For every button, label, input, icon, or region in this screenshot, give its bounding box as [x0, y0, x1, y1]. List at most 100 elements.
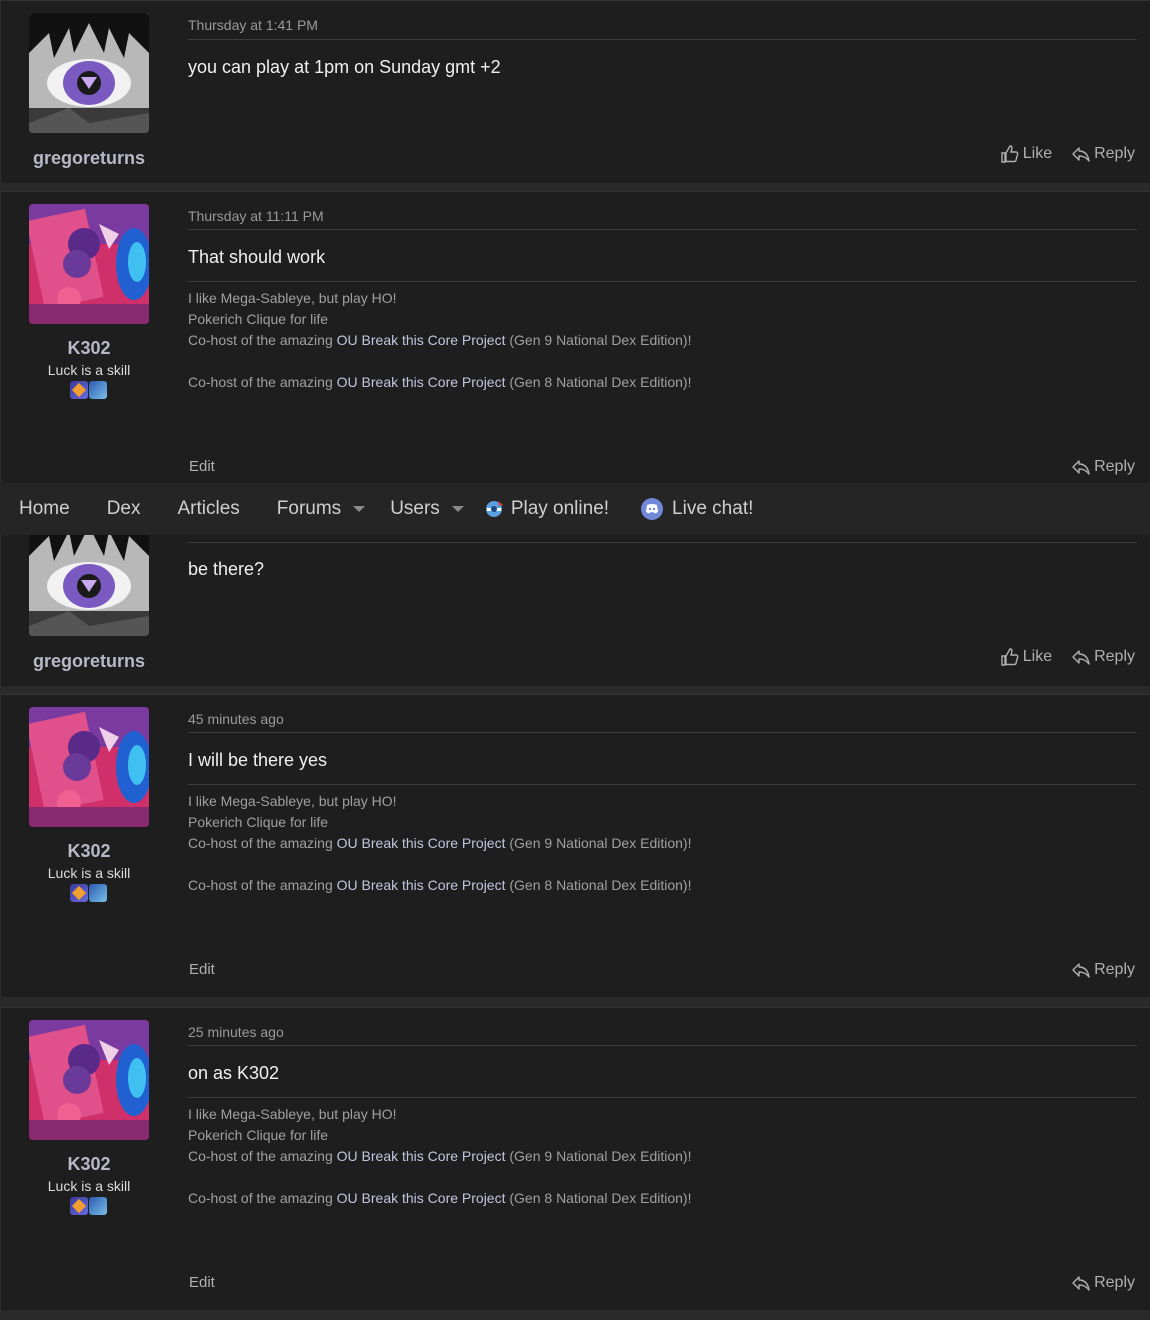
post-timestamp[interactable]: Thursday at 1:41 PM [188, 17, 318, 33]
trophy-badge-icon [89, 1197, 107, 1215]
signature-divider [188, 281, 1137, 282]
user-title: Luck is a skill [47, 362, 131, 378]
signature-line: Co-host of the amazing OU Break this Cor… [188, 332, 692, 348]
signature: I like Mega-Sableye, but play HO! Pokeri… [188, 1104, 691, 1209]
sticky-navbar: Home Dex Articles Forums Users Play onli… [0, 483, 1150, 535]
trophy-badge-icon [89, 381, 107, 399]
break-core-link[interactable]: OU Break this Core Project [337, 835, 506, 851]
signature-line: Co-host of the amazing OU Break this Cor… [188, 374, 692, 390]
post: gregoreturns Thursday at 1:41 PM you can… [0, 0, 1150, 183]
reply-icon [1072, 963, 1090, 978]
reply-button[interactable]: Reply [1072, 648, 1135, 666]
reply-icon [1072, 1276, 1090, 1291]
divider [188, 229, 1137, 230]
avatar[interactable] [29, 13, 149, 133]
signature-line: Co-host of the amazing OU Break this Cor… [188, 1190, 692, 1206]
signature-line: Pokerich Clique for life [188, 814, 329, 830]
trophy-badge-icon [89, 884, 107, 902]
post-main: Thursday at 1:41 PM you can play at 1pm … [176, 1, 1150, 183]
divider [188, 1045, 1137, 1046]
nav-forums[interactable]: Forums [277, 498, 366, 520]
post-main: Thursday at 11:11 PM That should work I … [176, 192, 1150, 483]
username[interactable]: K302 [1, 841, 177, 862]
thumbs-up-icon [1001, 648, 1019, 666]
post-message: you can play at 1pm on Sunday gmt +2 [188, 57, 501, 77]
avatar[interactable] [29, 204, 149, 324]
discord-icon [641, 498, 664, 520]
user-title: Luck is a skill [47, 865, 131, 881]
username[interactable]: gregoreturns [1, 651, 177, 672]
post-message: That should work [188, 247, 326, 267]
user-badges [69, 1197, 109, 1217]
signature: I like Mega-Sableye, but play HO! Pokeri… [188, 288, 691, 393]
post-actions: Reply [1072, 961, 1135, 979]
thumbs-up-icon [1001, 145, 1019, 163]
signature-line: I like Mega-Sableye, but play HO! [188, 290, 397, 306]
break-core-link[interactable]: OU Break this Core Project [337, 877, 506, 893]
trophy-badge-icon [70, 1197, 88, 1215]
break-core-link[interactable]: OU Break this Core Project [337, 332, 506, 348]
nav-play-online[interactable]: Play online! [484, 498, 609, 520]
post-actions: Like Reply [1001, 648, 1135, 666]
reply-button[interactable]: Reply [1072, 145, 1135, 163]
nav-articles[interactable]: Articles [177, 498, 239, 520]
like-button[interactable]: Like [1001, 648, 1052, 666]
post-timestamp[interactable]: 45 minutes ago [188, 711, 284, 727]
signature-line: Co-host of the amazing OU Break this Cor… [188, 835, 692, 851]
signature-line: I like Mega-Sableye, but play HO! [188, 1106, 397, 1122]
nav-dex[interactable]: Dex [107, 498, 141, 520]
like-label: Like [1022, 648, 1053, 665]
signature-line: Co-host of the amazing OU Break this Cor… [188, 877, 692, 893]
reply-label: Reply [1094, 961, 1135, 978]
post-timestamp[interactable]: Thursday at 11:11 PM [188, 208, 324, 224]
user-badges [69, 884, 109, 904]
chevron-down-icon[interactable] [451, 506, 464, 512]
post-main: 45 minutes ago I will be there yes I lik… [176, 695, 1150, 997]
post-message: on as K302 [188, 1063, 280, 1083]
edit-button[interactable]: Edit [189, 458, 215, 475]
reply-label: Reply [1094, 648, 1135, 665]
showdown-icon [485, 501, 503, 517]
signature-line: Pokerich Clique for life [188, 311, 329, 327]
divider [188, 39, 1137, 40]
reply-button[interactable]: Reply [1072, 961, 1135, 979]
reply-label: Reply [1094, 145, 1135, 162]
break-core-link[interactable]: OU Break this Core Project [337, 1190, 506, 1206]
reply-button[interactable]: Reply [1072, 458, 1135, 476]
signature-divider [188, 1097, 1137, 1098]
post-actions: Reply [1072, 1274, 1135, 1292]
divider [188, 542, 1137, 543]
signature-line: Pokerich Clique for life [188, 1127, 329, 1143]
post: K302 Luck is a skill 25 minutes ago on a… [0, 1007, 1150, 1310]
post-actions: Like Reply [1001, 145, 1135, 163]
username[interactable]: K302 [1, 1154, 177, 1175]
avatar[interactable] [29, 707, 149, 827]
username[interactable]: K302 [1, 338, 177, 359]
avatar[interactable] [29, 1020, 149, 1140]
reply-icon [1072, 650, 1090, 665]
post-timestamp[interactable]: 25 minutes ago [188, 1024, 284, 1040]
username[interactable]: gregoreturns [1, 148, 177, 169]
post-sidebar: K302 Luck is a skill [0, 695, 176, 997]
break-core-link[interactable]: OU Break this Core Project [337, 374, 506, 390]
trophy-badge-icon [70, 381, 88, 399]
chevron-down-icon[interactable] [353, 506, 366, 512]
nav-live-chat[interactable]: Live chat! [641, 498, 753, 520]
signature-divider [188, 784, 1137, 785]
post-message: be there? [188, 559, 265, 579]
reply-icon [1072, 460, 1090, 475]
user-title: Luck is a skill [47, 1178, 131, 1194]
post-actions: Reply [1072, 458, 1135, 476]
reply-label: Reply [1094, 1274, 1135, 1291]
like-button[interactable]: Like [1001, 145, 1052, 163]
edit-button[interactable]: Edit [189, 1274, 215, 1291]
reply-icon [1072, 147, 1090, 162]
nav-home[interactable]: Home [19, 498, 70, 520]
reply-label: Reply [1094, 458, 1135, 475]
post-sidebar: gregoreturns [0, 1, 176, 183]
nav-users[interactable]: Users [390, 498, 464, 520]
break-core-link[interactable]: OU Break this Core Project [337, 1148, 506, 1164]
reply-button[interactable]: Reply [1072, 1274, 1135, 1292]
post-message: I will be there yes [188, 750, 328, 770]
edit-button[interactable]: Edit [189, 961, 215, 978]
